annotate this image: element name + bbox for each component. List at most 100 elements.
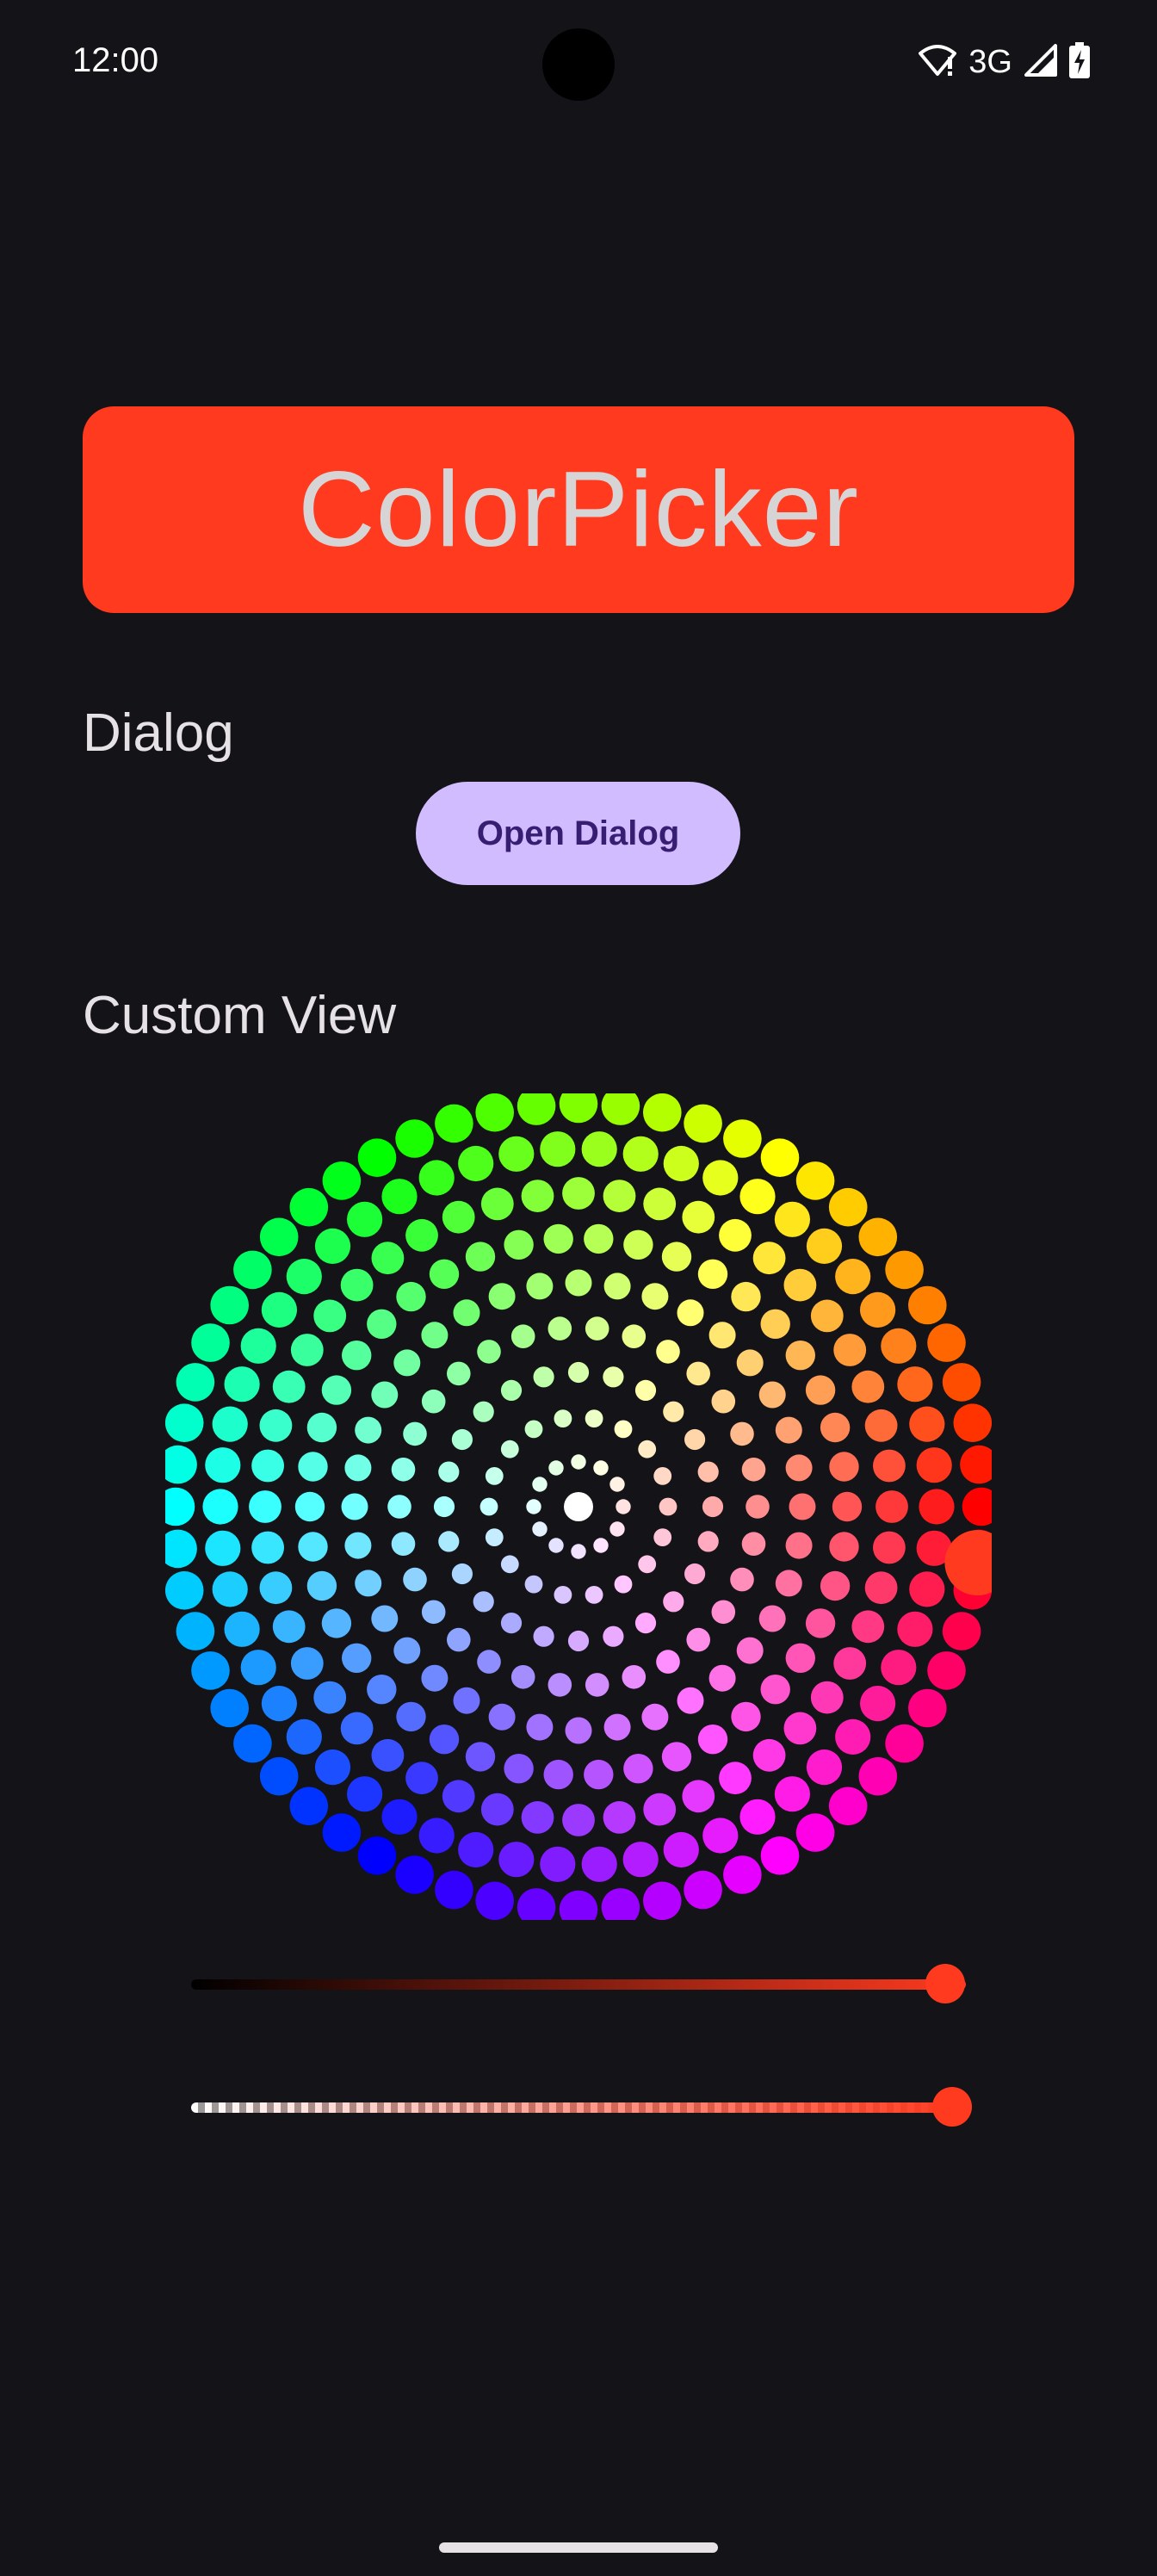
- color-dot[interactable]: [504, 1229, 534, 1260]
- color-dot[interactable]: [165, 1403, 204, 1442]
- color-dot[interactable]: [641, 1703, 669, 1731]
- color-dot[interactable]: [313, 1681, 347, 1714]
- color-dot[interactable]: [684, 1563, 706, 1585]
- color-dot[interactable]: [396, 1281, 426, 1312]
- color-dot[interactable]: [571, 1454, 586, 1470]
- color-dot[interactable]: [526, 1713, 554, 1741]
- color-dot[interactable]: [614, 1420, 633, 1439]
- color-dot[interactable]: [259, 1217, 299, 1257]
- color-dot[interactable]: [565, 1269, 592, 1297]
- color-dot[interactable]: [367, 1675, 397, 1705]
- color-dot[interactable]: [261, 1291, 297, 1328]
- color-dot[interactable]: [581, 1846, 617, 1882]
- color-dot[interactable]: [661, 1742, 692, 1772]
- color-dot[interactable]: [739, 1799, 776, 1835]
- color-dot[interactable]: [564, 1492, 593, 1521]
- color-dot[interactable]: [851, 1370, 885, 1403]
- color-dot[interactable]: [752, 1242, 786, 1275]
- color-dot[interactable]: [393, 1637, 421, 1664]
- color-dot[interactable]: [785, 1643, 815, 1673]
- color-dot[interactable]: [498, 1842, 535, 1878]
- color-dot[interactable]: [314, 1228, 351, 1264]
- color-dot[interactable]: [736, 1637, 764, 1664]
- color-dot[interactable]: [919, 1489, 955, 1525]
- color-dot[interactable]: [601, 1093, 640, 1125]
- color-dot[interactable]: [614, 1575, 633, 1594]
- color-dot[interactable]: [240, 1650, 276, 1686]
- color-dot[interactable]: [473, 1591, 494, 1613]
- color-dot[interactable]: [643, 1881, 682, 1921]
- color-dot[interactable]: [524, 1575, 543, 1594]
- color-dot[interactable]: [775, 1570, 802, 1597]
- color-dot[interactable]: [682, 1780, 715, 1813]
- alpha-slider-track[interactable]: [191, 2102, 966, 2113]
- color-dot[interactable]: [774, 1201, 811, 1237]
- color-dot[interactable]: [603, 1273, 631, 1300]
- color-dot[interactable]: [355, 1570, 382, 1597]
- color-dot[interactable]: [723, 1119, 762, 1158]
- color-dot[interactable]: [393, 1349, 421, 1377]
- color-dot[interactable]: [942, 1612, 981, 1650]
- color-dot[interactable]: [833, 1647, 867, 1680]
- color-dot[interactable]: [697, 1461, 719, 1483]
- color-dot[interactable]: [741, 1532, 766, 1556]
- color-dot[interactable]: [532, 1477, 548, 1492]
- color-dot[interactable]: [881, 1650, 917, 1686]
- color-dot[interactable]: [795, 1161, 835, 1200]
- color-dot[interactable]: [521, 1180, 554, 1212]
- color-dot[interactable]: [638, 1440, 657, 1458]
- color-dot[interactable]: [357, 1138, 397, 1177]
- color-dot[interactable]: [622, 1842, 659, 1878]
- color-dot[interactable]: [395, 1119, 434, 1158]
- color-dot[interactable]: [953, 1403, 993, 1442]
- color-dot[interactable]: [833, 1334, 867, 1366]
- open-dialog-button[interactable]: Open Dialog: [416, 782, 740, 885]
- color-dot[interactable]: [259, 1756, 299, 1796]
- color-dot[interactable]: [289, 1187, 329, 1227]
- color-dot[interactable]: [643, 1187, 677, 1221]
- color-dot[interactable]: [858, 1756, 898, 1796]
- color-dot[interactable]: [820, 1412, 851, 1443]
- color-dot[interactable]: [686, 1627, 710, 1652]
- color-dot[interactable]: [261, 1686, 297, 1722]
- color-dot[interactable]: [634, 1379, 657, 1401]
- color-dot[interactable]: [663, 1145, 699, 1182]
- color-dot[interactable]: [603, 1713, 631, 1741]
- color-dot[interactable]: [251, 1449, 284, 1483]
- color-dot[interactable]: [832, 1491, 863, 1522]
- color-dot[interactable]: [908, 1285, 947, 1325]
- color-dot[interactable]: [682, 1200, 715, 1234]
- color-dot[interactable]: [421, 1664, 449, 1692]
- color-dot[interactable]: [758, 1381, 786, 1409]
- color-dot[interactable]: [663, 1401, 684, 1422]
- color-dot[interactable]: [585, 1673, 609, 1697]
- color-dot[interactable]: [286, 1259, 322, 1295]
- color-dot[interactable]: [741, 1458, 766, 1482]
- color-dot[interactable]: [616, 1499, 631, 1514]
- color-dot[interactable]: [760, 1836, 800, 1875]
- color-dot[interactable]: [661, 1242, 692, 1272]
- color-dot[interactable]: [601, 1888, 640, 1920]
- color-dot[interactable]: [500, 1613, 523, 1634]
- color-dot[interactable]: [438, 1461, 460, 1483]
- color-dot[interactable]: [739, 1179, 776, 1215]
- color-dot[interactable]: [451, 1563, 473, 1585]
- color-dot[interactable]: [451, 1428, 473, 1451]
- color-dot[interactable]: [653, 1467, 672, 1485]
- color-dot[interactable]: [881, 1328, 917, 1364]
- color-dot[interactable]: [498, 1136, 535, 1172]
- color-dot[interactable]: [684, 1870, 722, 1910]
- color-dot[interactable]: [344, 1454, 372, 1482]
- color-dot[interactable]: [828, 1786, 868, 1826]
- color-dot[interactable]: [533, 1625, 554, 1647]
- color-dot[interactable]: [477, 1340, 501, 1364]
- color-dot[interactable]: [916, 1447, 952, 1483]
- color-dot[interactable]: [942, 1363, 981, 1402]
- color-dot[interactable]: [480, 1793, 514, 1826]
- color-dot[interactable]: [775, 1416, 802, 1444]
- color-dot[interactable]: [165, 1571, 204, 1610]
- color-dot[interactable]: [835, 1718, 871, 1755]
- color-dot[interactable]: [603, 1625, 624, 1647]
- color-dot[interactable]: [477, 1650, 501, 1674]
- color-dot[interactable]: [785, 1341, 815, 1371]
